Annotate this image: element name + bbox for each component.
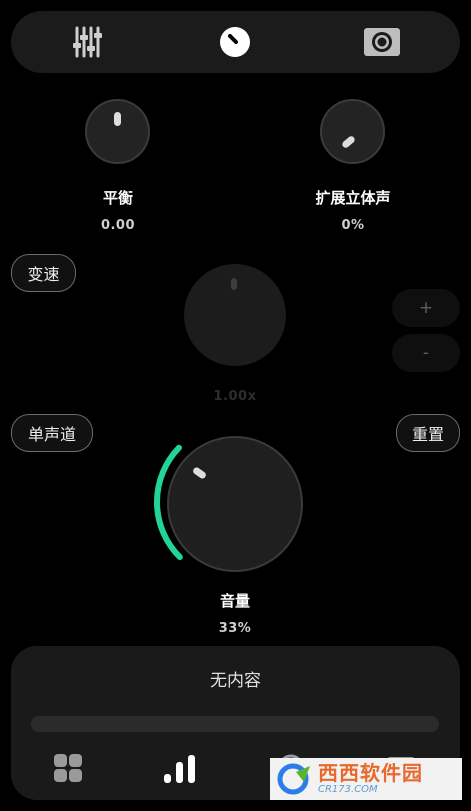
speed-value: 1.00x: [213, 389, 257, 404]
balance-knob-indicator: [114, 112, 121, 126]
speaker-icon: [364, 28, 400, 56]
volume-knob-indicator: [191, 466, 208, 480]
stereo-label: 扩展立体声: [315, 189, 391, 207]
watermark-url: CR173.COM: [318, 784, 378, 795]
balance-label: 平衡: [102, 189, 133, 207]
knob-icon: [220, 27, 250, 57]
bar-chart-icon: [164, 755, 195, 783]
watermark-brand: 西西软件园: [318, 761, 423, 785]
nav-grid-button[interactable]: [52, 752, 86, 786]
balance-knob[interactable]: [85, 99, 150, 164]
watermark: 西西软件园 CR173.COM: [270, 758, 462, 800]
mono-button[interactable]: 单声道: [11, 414, 93, 452]
equalizer-sliders-icon: [73, 26, 102, 58]
stereo-knob-indicator: [340, 134, 357, 150]
top-tab-bar: [11, 11, 460, 73]
watermark-logo-icon: [277, 763, 310, 795]
speed-increase-button[interactable]: +: [392, 289, 460, 327]
stereo-value: 0%: [341, 218, 365, 233]
speed-decrease-button[interactable]: -: [392, 334, 460, 372]
player-title: 无内容: [210, 671, 261, 691]
reset-button[interactable]: 重置: [396, 414, 460, 452]
nav-visualizer-button[interactable]: [162, 750, 198, 786]
volume-value: 33%: [218, 621, 252, 636]
tab-speaker[interactable]: [361, 22, 403, 62]
tab-knob[interactable]: [214, 22, 256, 62]
playback-progress-bar[interactable]: [31, 716, 439, 732]
speed-toggle-button[interactable]: 变速: [11, 254, 76, 292]
volume-label: 音量: [219, 592, 250, 610]
stereo-knob[interactable]: [320, 99, 385, 164]
balance-value: 0.00: [100, 218, 136, 233]
grid-icon: [54, 754, 82, 782]
volume-knob[interactable]: [167, 436, 303, 572]
tab-equalizer[interactable]: [67, 22, 109, 62]
speed-knob[interactable]: [184, 264, 286, 366]
speed-knob-indicator: [231, 278, 237, 290]
